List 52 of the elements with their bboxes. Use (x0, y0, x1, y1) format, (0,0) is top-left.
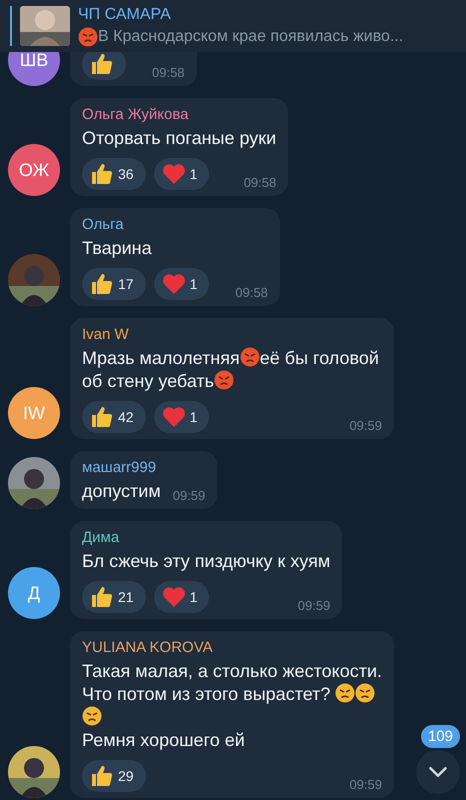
thumbs-up-icon (90, 272, 114, 296)
thumbs-up-icon (90, 764, 114, 788)
message-text: Такая малая, а столько жестокости. Что потом из этого вырастет? Ремня хорошего ей (82, 660, 382, 752)
thumbs-up-icon (90, 405, 114, 429)
message-time: 09:59 (298, 598, 330, 613)
angry-face-icon (335, 683, 356, 703)
thumbs-up-icon (90, 52, 114, 76)
author-name[interactable]: YULIANA KOROVA (82, 639, 382, 656)
message-text: Бл сжечь эту пиздючку к хуям (82, 550, 330, 573)
author-name[interactable]: Дима (82, 529, 330, 546)
author-name[interactable]: машarr999 (82, 459, 206, 476)
reaction-button[interactable] (82, 52, 126, 80)
message-time: 09:59 (172, 488, 206, 503)
message-text: Мразь малолетняя её бы головой об стену уебать (82, 347, 380, 393)
thumbs-up-icon (90, 585, 114, 609)
heart-icon (162, 586, 186, 608)
author-name[interactable]: Ольга Жуйкова (82, 106, 276, 123)
angry-face-icon (82, 706, 102, 726)
message-time: 09:59 (349, 418, 382, 433)
pinned-preview: В Краснодарском крае появилась живо... (78, 26, 404, 46)
heart-icon (162, 163, 186, 185)
message-time: 09:58 (235, 285, 268, 300)
scroll-down-button[interactable] (416, 750, 460, 794)
pinned-message-bar[interactable]: ЧП САМАРА В Краснодарском крае появилась живо... (0, 0, 466, 52)
message-time: 09:59 (349, 777, 382, 792)
author-name[interactable]: Ivan W (82, 326, 382, 343)
reaction-button[interactable]: 29 (82, 760, 146, 792)
angry-face-icon (214, 370, 234, 390)
thumbs-up-icon (90, 162, 114, 186)
message-time: 09:58 (152, 65, 185, 80)
reaction-button[interactable]: 21 (82, 581, 146, 613)
avatar[interactable]: ШВ (8, 52, 60, 86)
channel-title: ЧП САМАРА (78, 6, 172, 24)
reaction-button[interactable]: 1 (154, 581, 210, 613)
reaction-button[interactable]: 1 (154, 401, 210, 433)
heart-icon (162, 406, 186, 428)
reaction-button[interactable]: 17 (82, 268, 146, 300)
message-text: допустим (82, 480, 161, 503)
message-text: Тварина (82, 237, 153, 260)
reaction-button[interactable]: 1 (154, 268, 210, 300)
author-name[interactable]: Ольга (82, 216, 268, 233)
message-text: Оторвать поганые руки (82, 127, 276, 150)
reaction-button[interactable]: 42 (82, 401, 146, 433)
reaction-button[interactable]: 36 (82, 158, 146, 190)
message-time: 09:58 (244, 175, 276, 190)
heart-icon (162, 273, 186, 295)
unread-count-badge: 109 (420, 725, 460, 748)
angry-face-icon (78, 26, 98, 46)
angry-face-icon (355, 683, 376, 703)
reaction-button[interactable]: 1 (154, 158, 210, 190)
avatar[interactable]: ОЖ (8, 144, 60, 196)
angry-face-icon (240, 347, 260, 367)
